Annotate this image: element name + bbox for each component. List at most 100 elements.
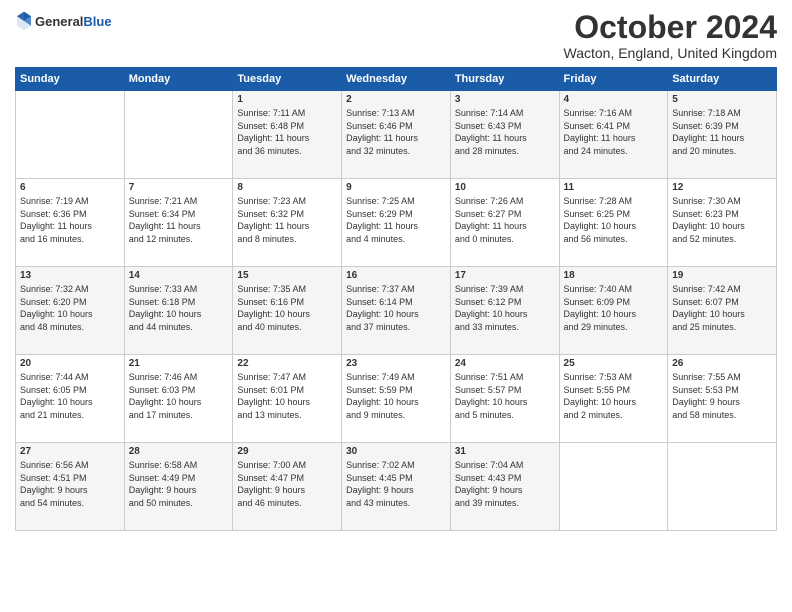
weekday-header-wednesday: Wednesday bbox=[342, 68, 451, 91]
day-content: Sunrise: 7:33 AM Sunset: 6:18 PM Dayligh… bbox=[129, 283, 229, 333]
day-number: 17 bbox=[455, 270, 555, 281]
day-content: Sunrise: 7:25 AM Sunset: 6:29 PM Dayligh… bbox=[346, 195, 446, 245]
day-content: Sunrise: 7:42 AM Sunset: 6:07 PM Dayligh… bbox=[672, 283, 772, 333]
day-number: 26 bbox=[672, 358, 772, 369]
week-row-2: 6Sunrise: 7:19 AM Sunset: 6:36 PM Daylig… bbox=[16, 179, 777, 267]
day-number: 24 bbox=[455, 358, 555, 369]
day-content: Sunrise: 7:53 AM Sunset: 5:55 PM Dayligh… bbox=[564, 371, 664, 421]
day-content: Sunrise: 7:02 AM Sunset: 4:45 PM Dayligh… bbox=[346, 459, 446, 509]
day-content: Sunrise: 6:58 AM Sunset: 4:49 PM Dayligh… bbox=[129, 459, 229, 509]
calendar-page: GeneralBlue October 2024 Wacton, England… bbox=[0, 0, 792, 612]
day-content: Sunrise: 7:21 AM Sunset: 6:34 PM Dayligh… bbox=[129, 195, 229, 245]
calendar-cell bbox=[16, 91, 125, 179]
logo-icon bbox=[15, 10, 33, 32]
day-number: 19 bbox=[672, 270, 772, 281]
calendar-cell: 13 Sunrise: 7:32 AM Sunset: 6:20 PM Dayli… bbox=[16, 267, 125, 355]
calendar-cell: 4 Sunrise: 7:16 AM Sunset: 6:41 PM Daylig… bbox=[559, 91, 668, 179]
day-number: 11 bbox=[564, 182, 664, 193]
calendar-cell: 28 Sunrise: 6:58 AM Sunset: 4:49 PM Dayli… bbox=[124, 443, 233, 531]
day-number: 4 bbox=[564, 94, 664, 105]
day-content: Sunrise: 7:18 AM Sunset: 6:39 PM Dayligh… bbox=[672, 107, 772, 157]
day-content: Sunrise: 7:49 AM Sunset: 5:59 PM Dayligh… bbox=[346, 371, 446, 421]
day-number: 30 bbox=[346, 446, 446, 457]
day-content: Sunrise: 7:55 AM Sunset: 5:53 PM Dayligh… bbox=[672, 371, 772, 421]
calendar-cell: 9 Sunrise: 7:25 AM Sunset: 6:29 PM Daylig… bbox=[342, 179, 451, 267]
day-content: Sunrise: 7:00 AM Sunset: 4:47 PM Dayligh… bbox=[237, 459, 337, 509]
day-number: 20 bbox=[20, 358, 120, 369]
header: GeneralBlue October 2024 Wacton, England… bbox=[15, 10, 777, 61]
calendar-cell: 7 Sunrise: 7:21 AM Sunset: 6:34 PM Daylig… bbox=[124, 179, 233, 267]
calendar-cell: 5 Sunrise: 7:18 AM Sunset: 6:39 PM Daylig… bbox=[668, 91, 777, 179]
week-row-4: 20 Sunrise: 7:44 AM Sunset: 6:05 PM Dayli… bbox=[16, 355, 777, 443]
calendar-table: SundayMondayTuesdayWednesdayThursdayFrid… bbox=[15, 67, 777, 531]
day-content: Sunrise: 7:23 AM Sunset: 6:32 PM Dayligh… bbox=[237, 195, 337, 245]
day-content: Sunrise: 7:28 AM Sunset: 6:25 PM Dayligh… bbox=[564, 195, 664, 245]
day-content: Sunrise: 7:35 AM Sunset: 6:16 PM Dayligh… bbox=[237, 283, 337, 333]
day-content: Sunrise: 7:26 AM Sunset: 6:27 PM Dayligh… bbox=[455, 195, 555, 245]
day-number: 5 bbox=[672, 94, 772, 105]
calendar-cell: 27 Sunrise: 6:56 AM Sunset: 4:51 PM Dayli… bbox=[16, 443, 125, 531]
day-number: 25 bbox=[564, 358, 664, 369]
day-content: Sunrise: 7:32 AM Sunset: 6:20 PM Dayligh… bbox=[20, 283, 120, 333]
day-content: Sunrise: 6:56 AM Sunset: 4:51 PM Dayligh… bbox=[20, 459, 120, 509]
day-content: Sunrise: 7:30 AM Sunset: 6:23 PM Dayligh… bbox=[672, 195, 772, 245]
calendar-cell bbox=[559, 443, 668, 531]
calendar-cell: 20 Sunrise: 7:44 AM Sunset: 6:05 PM Dayli… bbox=[16, 355, 125, 443]
day-number: 10 bbox=[455, 182, 555, 193]
day-number: 28 bbox=[129, 446, 229, 457]
weekday-header-tuesday: Tuesday bbox=[233, 68, 342, 91]
day-content: Sunrise: 7:46 AM Sunset: 6:03 PM Dayligh… bbox=[129, 371, 229, 421]
calendar-cell: 26 Sunrise: 7:55 AM Sunset: 5:53 PM Dayli… bbox=[668, 355, 777, 443]
weekday-header-sunday: Sunday bbox=[16, 68, 125, 91]
day-number: 21 bbox=[129, 358, 229, 369]
day-number: 9 bbox=[346, 182, 446, 193]
weekday-header-friday: Friday bbox=[559, 68, 668, 91]
day-content: Sunrise: 7:19 AM Sunset: 6:36 PM Dayligh… bbox=[20, 195, 120, 245]
calendar-cell: 16 Sunrise: 7:37 AM Sunset: 6:14 PM Dayli… bbox=[342, 267, 451, 355]
weekday-header-saturday: Saturday bbox=[668, 68, 777, 91]
day-number: 1 bbox=[237, 94, 337, 105]
day-content: Sunrise: 7:51 AM Sunset: 5:57 PM Dayligh… bbox=[455, 371, 555, 421]
calendar-cell: 17Sunrise: 7:39 AM Sunset: 6:12 PM Dayli… bbox=[450, 267, 559, 355]
logo: GeneralBlue bbox=[15, 10, 112, 32]
calendar-cell bbox=[124, 91, 233, 179]
day-number: 2 bbox=[346, 94, 446, 105]
calendar-cell: 12Sunrise: 7:30 AM Sunset: 6:23 PM Dayli… bbox=[668, 179, 777, 267]
weekday-header-monday: Monday bbox=[124, 68, 233, 91]
calendar-cell bbox=[668, 443, 777, 531]
day-content: Sunrise: 7:04 AM Sunset: 4:43 PM Dayligh… bbox=[455, 459, 555, 509]
day-content: Sunrise: 7:16 AM Sunset: 6:41 PM Dayligh… bbox=[564, 107, 664, 157]
day-number: 8 bbox=[237, 182, 337, 193]
day-number: 15 bbox=[237, 270, 337, 281]
day-content: Sunrise: 7:40 AM Sunset: 6:09 PM Dayligh… bbox=[564, 283, 664, 333]
day-content: Sunrise: 7:11 AM Sunset: 6:48 PM Dayligh… bbox=[237, 107, 337, 157]
logo-text: GeneralBlue bbox=[35, 14, 112, 29]
calendar-cell: 25 Sunrise: 7:53 AM Sunset: 5:55 PM Dayli… bbox=[559, 355, 668, 443]
day-number: 18 bbox=[564, 270, 664, 281]
day-content: Sunrise: 7:37 AM Sunset: 6:14 PM Dayligh… bbox=[346, 283, 446, 333]
day-number: 23 bbox=[346, 358, 446, 369]
day-number: 3 bbox=[455, 94, 555, 105]
calendar-cell: 11 Sunrise: 7:28 AM Sunset: 6:25 PM Dayli… bbox=[559, 179, 668, 267]
day-number: 22 bbox=[237, 358, 337, 369]
weekday-header-row: SundayMondayTuesdayWednesdayThursdayFrid… bbox=[16, 68, 777, 91]
day-content: Sunrise: 7:13 AM Sunset: 6:46 PM Dayligh… bbox=[346, 107, 446, 157]
calendar-cell: 30 Sunrise: 7:02 AM Sunset: 4:45 PM Dayli… bbox=[342, 443, 451, 531]
calendar-cell: 24 Sunrise: 7:51 AM Sunset: 5:57 PM Dayli… bbox=[450, 355, 559, 443]
week-row-3: 13 Sunrise: 7:32 AM Sunset: 6:20 PM Dayli… bbox=[16, 267, 777, 355]
calendar-cell: 1 Sunrise: 7:11 AM Sunset: 6:48 PM Daylig… bbox=[233, 91, 342, 179]
title-block: October 2024 Wacton, England, United Kin… bbox=[564, 10, 778, 61]
day-number: 14 bbox=[129, 270, 229, 281]
day-number: 16 bbox=[346, 270, 446, 281]
calendar-cell: 15 Sunrise: 7:35 AM Sunset: 6:16 PM Dayli… bbox=[233, 267, 342, 355]
calendar-cell: 19 Sunrise: 7:42 AM Sunset: 6:07 PM Dayli… bbox=[668, 267, 777, 355]
day-number: 13 bbox=[20, 270, 120, 281]
day-content: Sunrise: 7:44 AM Sunset: 6:05 PM Dayligh… bbox=[20, 371, 120, 421]
day-number: 29 bbox=[237, 446, 337, 457]
day-number: 27 bbox=[20, 446, 120, 457]
weekday-header-thursday: Thursday bbox=[450, 68, 559, 91]
week-row-1: 1 Sunrise: 7:11 AM Sunset: 6:48 PM Daylig… bbox=[16, 91, 777, 179]
week-row-5: 27 Sunrise: 6:56 AM Sunset: 4:51 PM Dayli… bbox=[16, 443, 777, 531]
day-number: 31 bbox=[455, 446, 555, 457]
day-number: 7 bbox=[129, 182, 229, 193]
